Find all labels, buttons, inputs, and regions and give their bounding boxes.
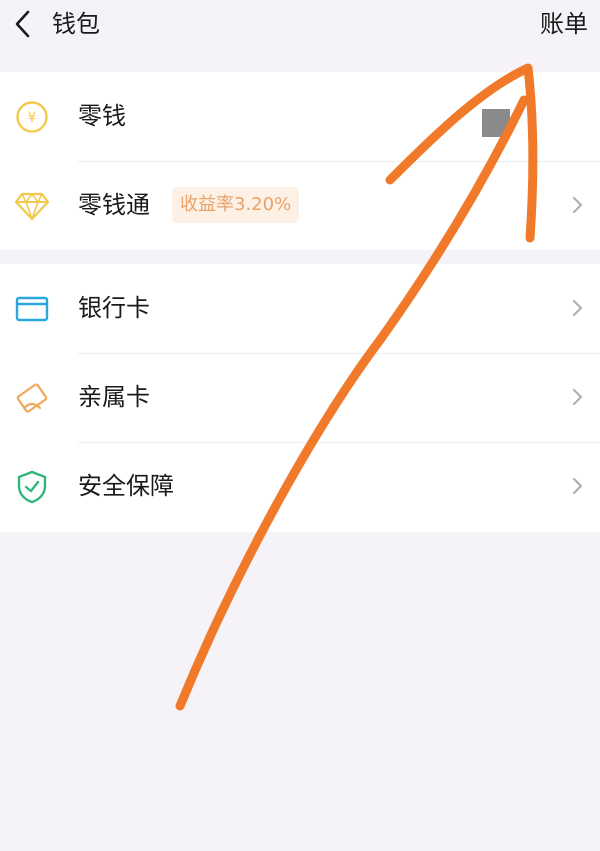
list-item-change-pass[interactable]: 零钱通 收益率3.20%	[0, 161, 600, 250]
page-title: 钱包	[52, 10, 100, 38]
chevron-left-icon	[15, 10, 30, 38]
list-item-bank-card[interactable]: 银行卡	[0, 264, 600, 353]
svg-text:¥: ¥	[28, 110, 37, 126]
bank-card-icon	[14, 291, 50, 327]
shield-icon	[14, 469, 50, 505]
back-button[interactable]	[4, 6, 40, 42]
list-item-change[interactable]: ¥ 零钱	[0, 72, 600, 161]
bill-button[interactable]: 账单	[540, 8, 588, 40]
chevron-right-icon	[572, 477, 583, 495]
list-item-label: 安全保障	[78, 472, 174, 500]
cards-card: 银行卡 亲属卡 安全保障	[0, 264, 600, 532]
list-item-security[interactable]: 安全保障	[0, 442, 600, 531]
diamond-icon	[14, 188, 50, 224]
list-item-family-card[interactable]: 亲属卡	[0, 353, 600, 442]
yuan-coin-icon: ¥	[14, 99, 50, 135]
list-item-label: 亲属卡	[78, 383, 150, 411]
chevron-right-icon	[572, 196, 583, 214]
balance-hidden-block	[482, 109, 510, 137]
wallet-balance-card: ¥ 零钱 零钱通 收益率3.20%	[0, 72, 600, 250]
yield-rate-badge: 收益率3.20%	[172, 187, 300, 223]
top-bar: 钱包 账单	[0, 0, 600, 56]
list-item-label: 零钱	[78, 102, 126, 130]
chevron-right-icon	[572, 388, 583, 406]
family-card-icon	[14, 380, 50, 416]
list-item-label: 银行卡	[78, 294, 150, 322]
list-item-label: 零钱通	[78, 191, 150, 219]
chevron-right-icon	[572, 299, 583, 317]
